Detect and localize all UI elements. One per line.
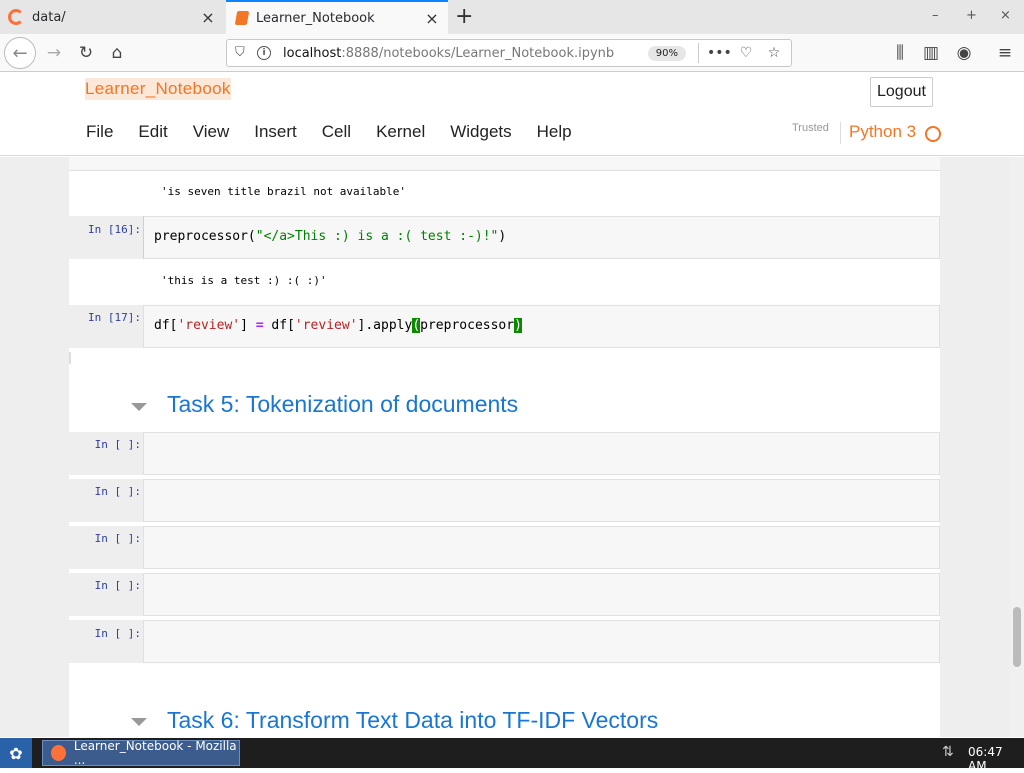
kernel-name: Python 3 [840, 122, 916, 144]
menu-widgets[interactable]: Widgets [441, 115, 520, 149]
reload-icon[interactable]: ↻ [75, 42, 97, 64]
menu-view[interactable]: View [184, 115, 239, 149]
input-prompt: In [ ]: [94, 438, 141, 451]
url-bar[interactable]: ⛉ i localhost:8888/notebooks/Learner_Not… [226, 39, 792, 67]
forward-arrow-icon[interactable]: → [43, 42, 65, 64]
close-window-button[interactable]: × [1000, 8, 1011, 23]
maximize-button[interactable]: + [966, 8, 977, 23]
notebook-icon [234, 11, 250, 25]
start-menu-icon[interactable]: ✿ [0, 738, 32, 768]
zoom-level-badge[interactable]: 90% [647, 45, 686, 61]
hamburger-menu-icon[interactable]: ≡ [994, 42, 1016, 64]
os-taskbar: ✿ Learner_Notebook - Mozilla ... ⇅ 06:47… [0, 738, 1024, 773]
library-icon[interactable]: ⫼ [889, 42, 911, 64]
page-actions-icon[interactable]: ••• [707, 45, 732, 61]
collapse-caret-icon[interactable] [131, 403, 147, 411]
menu-edit[interactable]: Edit [129, 115, 176, 149]
browser-tab-data[interactable]: data/ × [0, 0, 224, 34]
logout-button[interactable]: Logout [870, 77, 933, 107]
empty-code-input[interactable] [143, 620, 940, 663]
url-divider [698, 43, 699, 63]
menu-cell[interactable]: Cell [313, 115, 360, 149]
trusted-indicator[interactable]: Trusted [792, 122, 829, 134]
notebook-area: 'is seven title brazil not available' In… [0, 157, 1024, 737]
jupyter-header: Learner_Notebook Logout File Edit View I… [0, 72, 1024, 156]
code-line[interactable]: df['review'] = df['review'].apply(prepro… [154, 318, 522, 333]
browser-tab-strip: data/ × Learner_Notebook × + – + × [0, 0, 1024, 34]
firefox-icon [8, 9, 24, 25]
browser-nav-bar: ← → ↻ ⌂ ⛉ i localhost:8888/notebooks/Lea… [0, 34, 1024, 72]
cell-output: 'is seven title brazil not available' [161, 185, 407, 198]
input-prompt: In [ ]: [94, 532, 141, 545]
close-tab-icon[interactable]: × [198, 8, 218, 27]
clock[interactable]: 06:47 AM [968, 745, 1024, 773]
notebook-page: 'is seven title brazil not available' In… [69, 157, 940, 737]
tab-title: data/ [32, 9, 66, 25]
cell-output: 'this is a test :) :( :)' [161, 274, 327, 287]
task6-heading: Task 6: Transform Text Data into TF-IDF … [167, 707, 659, 733]
browser-tab-learner-notebook[interactable]: Learner_Notebook × [226, 0, 448, 34]
back-arrow-icon[interactable]: ← [4, 37, 36, 69]
task5-heading: Task 5: Tokenization of documents [167, 391, 519, 417]
network-icon[interactable]: ⇅ [942, 744, 954, 760]
menu-insert[interactable]: Insert [245, 115, 306, 149]
page-scrollbar[interactable] [1010, 157, 1024, 737]
kernel-idle-icon [925, 126, 941, 142]
pocket-icon[interactable]: ♡ [735, 45, 757, 61]
input-prompt: In [16]: [88, 223, 141, 236]
empty-code-input[interactable] [143, 573, 940, 616]
scrollbar-thumb[interactable] [1013, 607, 1021, 667]
taskbar-window-firefox[interactable]: Learner_Notebook - Mozilla ... [42, 739, 240, 767]
site-info-icon[interactable]: i [257, 46, 271, 60]
menu-kernel[interactable]: Kernel [367, 115, 434, 149]
tab-title: Learner_Notebook [256, 10, 375, 26]
minimize-button[interactable]: – [932, 8, 939, 23]
account-icon[interactable]: ◉ [953, 42, 975, 64]
empty-code-input[interactable] [143, 526, 940, 569]
firefox-icon [51, 745, 66, 761]
output-scroll-marker [69, 352, 71, 364]
shield-icon: ⛉ [235, 45, 245, 60]
url-text[interactable]: localhost:8888/notebooks/Learner_Noteboo… [283, 46, 648, 61]
collapse-caret-icon[interactable] [131, 718, 147, 726]
new-tab-button[interactable]: + [455, 4, 473, 29]
empty-code-input[interactable] [143, 432, 940, 475]
menu-help[interactable]: Help [528, 115, 581, 149]
previous-cell-tail[interactable] [69, 157, 940, 171]
taskbar-window-title: Learner_Notebook - Mozilla ... [73, 739, 237, 767]
input-prompt: In [ ]: [94, 579, 141, 592]
input-prompt: In [ ]: [94, 485, 141, 498]
code-line[interactable]: preprocessor("</a>This :) is a :( test :… [154, 229, 506, 244]
sidebar-icon[interactable]: ▥ [920, 42, 942, 64]
home-icon[interactable]: ⌂ [106, 42, 128, 64]
empty-code-input[interactable] [143, 479, 940, 522]
notebook-title[interactable]: Learner_Notebook [85, 78, 231, 100]
menu-file[interactable]: File [77, 115, 122, 149]
bookmark-star-icon[interactable]: ☆ [763, 45, 785, 61]
jupyter-menu-bar: File Edit View Insert Cell Kernel Widget… [77, 115, 588, 149]
input-prompt: In [17]: [88, 311, 141, 324]
input-prompt: In [ ]: [94, 627, 141, 640]
close-tab-icon[interactable]: × [422, 9, 442, 28]
